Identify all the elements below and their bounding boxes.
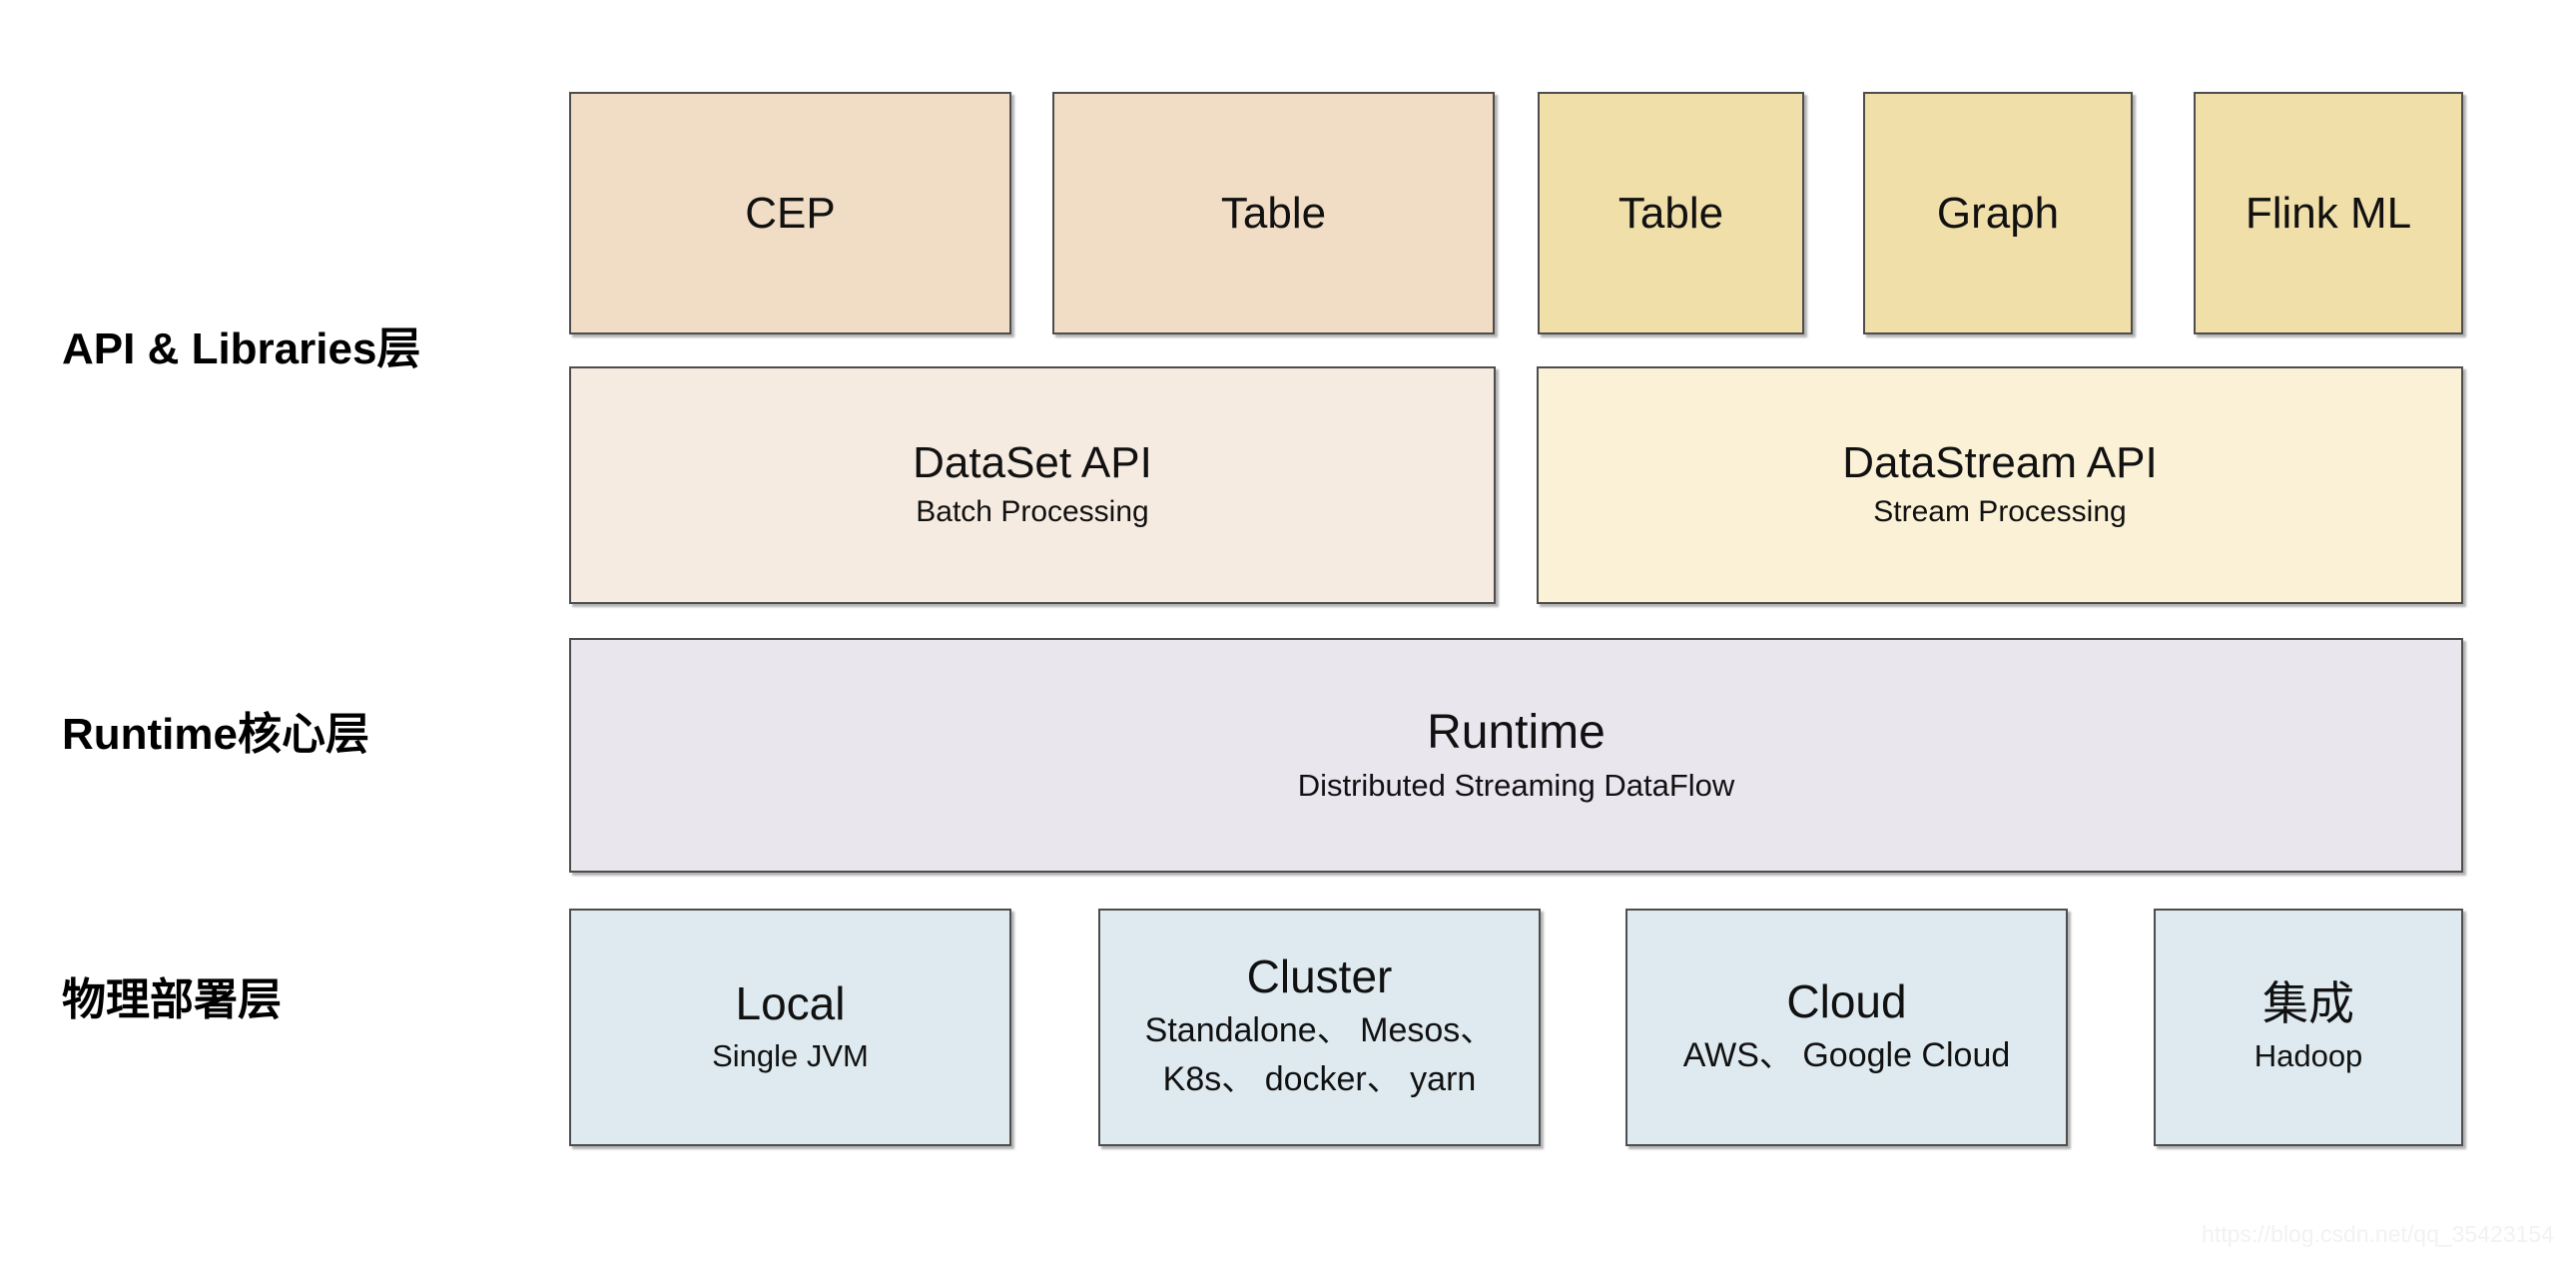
box-cloud-subtitle: AWS、 Google Cloud — [1682, 1036, 2011, 1074]
box-runtime-subtitle: Distributed Streaming DataFlow — [1297, 767, 1735, 803]
box-dataset-api-title: DataSet API — [913, 438, 1152, 488]
box-integration-title: 集成 — [2262, 977, 2354, 1030]
box-table-batch: Table — [1052, 92, 1495, 334]
layer-label-deployment: 物理部署层 — [62, 975, 282, 1024]
box-dataset-api-subtitle: Batch Processing — [916, 495, 1149, 529]
box-dataset-api: DataSet API Batch Processing — [569, 366, 1496, 604]
box-datastream-api-subtitle: Stream Processing — [1873, 495, 2127, 529]
box-cloud: Cloud AWS、 Google Cloud — [1625, 909, 2068, 1146]
box-cluster-title: Cluster — [1246, 949, 1393, 1002]
box-runtime-title: Runtime — [1427, 705, 1606, 759]
diagram-canvas: API & Libraries层 Runtime核心层 物理部署层 CEP Ta… — [0, 0, 2576, 1262]
box-graph-title: Graph — [1936, 188, 2060, 238]
box-cloud-title: Cloud — [1786, 975, 1907, 1028]
layer-label-api: API & Libraries层 — [62, 324, 421, 373]
box-cep-title: CEP — [745, 188, 836, 238]
box-runtime: Runtime Distributed Streaming DataFlow — [569, 638, 2463, 873]
box-flink-ml-title: Flink ML — [2245, 188, 2412, 238]
box-cluster-subtitle-line2: K8s、 docker、 yarn — [1162, 1059, 1477, 1098]
layer-label-runtime: Runtime核心层 — [62, 710, 369, 759]
box-cluster: Cluster Standalone、 Mesos、 K8s、 docker、 … — [1098, 909, 1541, 1146]
watermark: https://blog.csdn.net/qq_35423154 — [2202, 1221, 2554, 1247]
box-cep: CEP — [569, 92, 1011, 334]
box-local-subtitle: Single JVM — [712, 1037, 869, 1073]
box-local-title: Local — [735, 977, 846, 1030]
box-local: Local Single JVM — [569, 909, 1011, 1146]
box-integration: 集成 Hadoop — [2154, 909, 2463, 1146]
box-table-batch-title: Table — [1220, 188, 1327, 238]
box-cluster-subtitle-line1: Standalone、 Mesos、 — [1144, 1011, 1495, 1050]
box-datastream-api: DataStream API Stream Processing — [1537, 366, 2463, 604]
box-integration-subtitle: Hadoop — [2254, 1037, 2363, 1073]
box-graph: Graph — [1863, 92, 2133, 334]
box-flink-ml: Flink ML — [2194, 92, 2463, 334]
box-table-stream-title: Table — [1617, 188, 1724, 238]
box-table-stream: Table — [1538, 92, 1804, 334]
box-datastream-api-title: DataStream API — [1842, 438, 2158, 488]
